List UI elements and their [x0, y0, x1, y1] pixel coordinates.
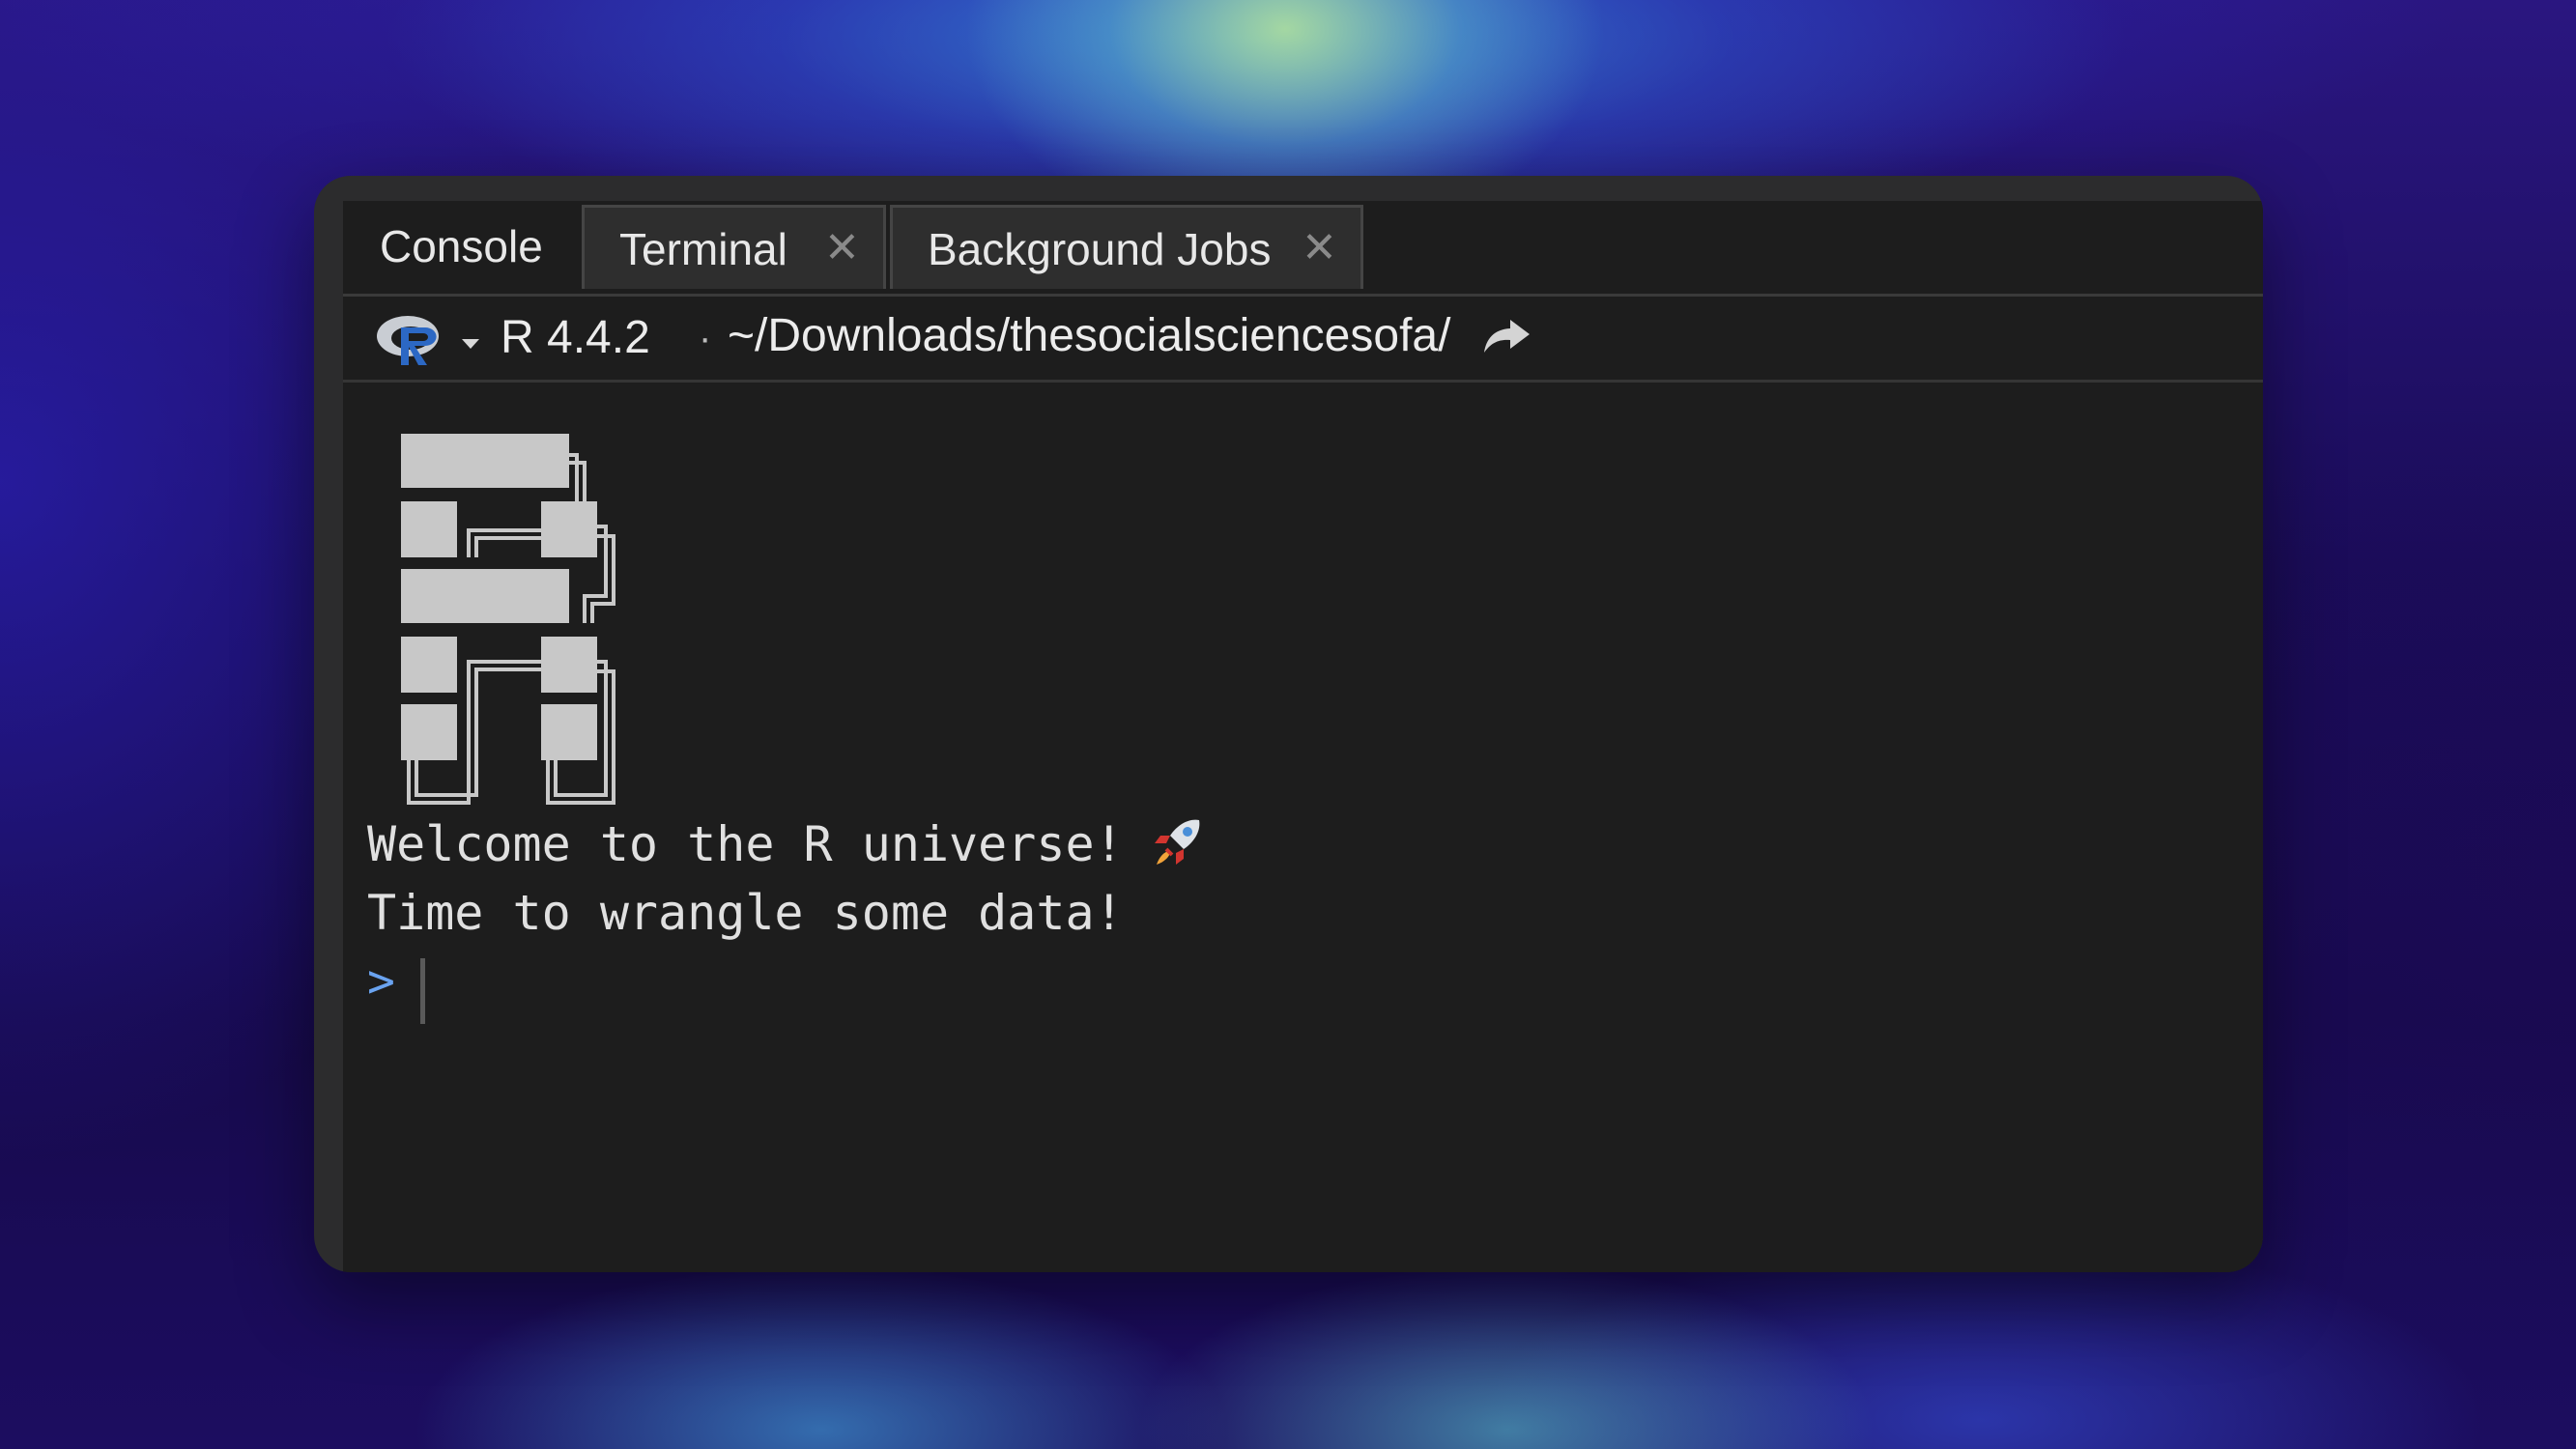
tab-background-jobs-label: Background Jobs: [928, 224, 1272, 274]
go-to-directory-icon[interactable]: [1481, 318, 1531, 356]
console-output-line: Time to wrangle some data!: [367, 885, 1124, 941]
console-input-cursor[interactable]: [420, 958, 425, 1024]
close-icon[interactable]: ✕: [1302, 208, 1337, 289]
working-directory-path: ~/Downloads/thesocialsciencesofa/: [728, 310, 1451, 361]
console-window: Console Terminal ✕ Background Jobs ✕ R 4…: [314, 176, 2263, 1272]
tab-terminal[interactable]: Terminal ✕: [582, 205, 886, 289]
rocket-icon: [1154, 819, 1200, 865]
tab-console[interactable]: Console: [343, 205, 575, 289]
tab-background-jobs[interactable]: Background Jobs ✕: [890, 205, 1363, 289]
chevron-down-icon[interactable]: [462, 339, 479, 349]
r-logo-icon[interactable]: [375, 312, 444, 368]
console-toolbar: R 4.4.2 · ~/Downloads/thesocialscienceso…: [343, 297, 2263, 383]
tab-terminal-label: Terminal: [619, 224, 787, 274]
console-prompt: >: [367, 954, 395, 1009]
r-version-label[interactable]: R 4.4.2: [501, 309, 650, 367]
console-pane: Console Terminal ✕ Background Jobs ✕ R 4…: [343, 201, 2263, 1272]
console-output-line: Welcome to the R universe!: [367, 810, 1205, 878]
welcome-text: Welcome to the R universe!: [367, 816, 1124, 872]
close-icon[interactable]: ✕: [824, 208, 860, 289]
pane-tab-bar: Console Terminal ✕ Background Jobs ✕: [343, 201, 2263, 297]
separator: ·: [699, 317, 712, 359]
tab-console-label: Console: [380, 221, 543, 271]
ascii-r-logo: [401, 434, 615, 805]
console-output[interactable]: Welcome to the R universe! Time to wrang…: [343, 383, 2263, 1272]
